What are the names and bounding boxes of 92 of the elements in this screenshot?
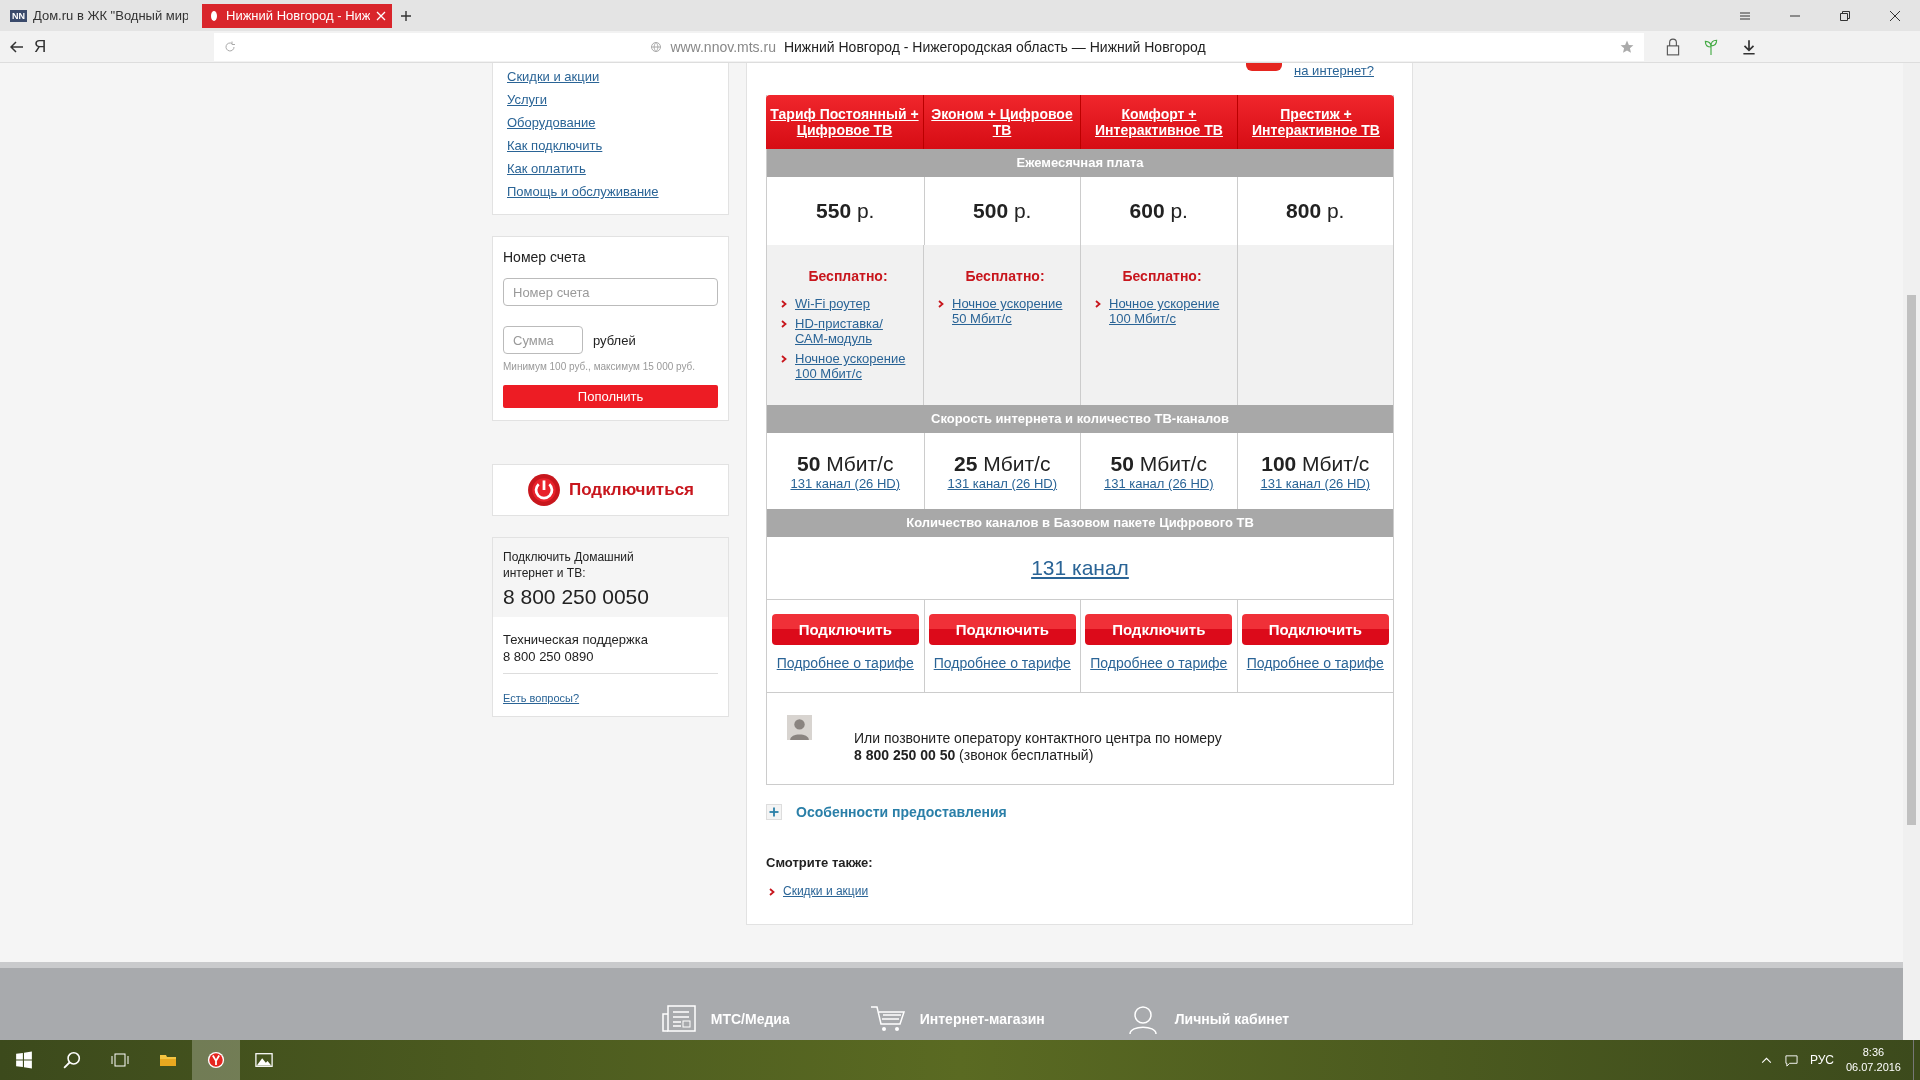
free-option-link[interactable]: Wi-Fi роутер — [795, 296, 915, 311]
chevron-icon — [781, 320, 787, 328]
cut-button[interactable] — [1246, 63, 1283, 71]
chevron-icon — [781, 355, 787, 363]
browser-logo[interactable]: Я — [34, 36, 214, 57]
expand-icon[interactable] — [766, 804, 782, 820]
features-link[interactable]: Особенности предоставления — [796, 804, 1007, 820]
section-header: Скорость интернета и количество ТВ-каналов — [767, 405, 1393, 433]
internet-link[interactable]: на интернет? — [1294, 63, 1374, 78]
speed-value: 25 Мбит/с — [954, 451, 1051, 476]
speed-value: 50 Мбит/с — [1110, 451, 1207, 476]
sidebar-link[interactable]: Как оплатить — [507, 160, 714, 177]
clock-time[interactable]: 8:36 — [1862, 1045, 1885, 1060]
channels-link[interactable]: 131 канал (26 HD) — [1103, 475, 1214, 491]
chevron-icon — [938, 300, 944, 308]
section-header: Ежемесячная плата — [767, 149, 1393, 177]
task-view-icon[interactable] — [111, 1051, 129, 1069]
channels-link[interactable]: 131 канал (26 HD) — [947, 475, 1058, 491]
operator-avatar — [787, 715, 812, 740]
currency-label: рублей — [593, 332, 636, 348]
connect-button[interactable]: Подключить — [1241, 614, 1389, 645]
page-title: Нижний Новгород - Нижегородская область — Нижний Новгород — [783, 38, 1206, 55]
sidebar-link[interactable]: Услуги — [507, 91, 714, 108]
windows-start-icon[interactable] — [15, 1051, 33, 1069]
chevron-icon — [769, 888, 775, 896]
chevron-icon — [781, 300, 787, 308]
channels-link[interactable]: 131 канал (26 HD) — [790, 475, 901, 491]
connect-phone: 8 800 250 0050 — [503, 585, 650, 609]
browser-tab[interactable]: NN Дом.ru в ЖК "Водный мир — [4, 3, 194, 28]
questions-link[interactable]: Есть вопросы? — [503, 692, 580, 704]
tariff-details-link[interactable]: Подробнее о тарифе — [933, 655, 1071, 671]
restore-icon[interactable] — [1839, 9, 1851, 22]
channels-link[interactable]: 131 канал (26 HD) — [1260, 475, 1371, 491]
free-label: Бесплатно: — [807, 268, 889, 284]
connect-button[interactable]: Подключить — [771, 614, 919, 645]
contact-center-phone: 8 800 250 00 50 (звонок бесплатный) — [854, 747, 1095, 764]
connect-button[interactable]: Подключить — [928, 614, 1076, 645]
channels-link[interactable]: 131 канал — [1031, 556, 1129, 580]
download-icon[interactable] — [1740, 37, 1758, 56]
favicon: NN — [10, 9, 27, 22]
globe-icon — [650, 40, 663, 53]
new-tab-icon[interactable] — [400, 9, 412, 22]
sidebar-link[interactable]: Оборудование — [507, 114, 714, 131]
address-field[interactable]: www.nnov.mts.ru Нижний Новгород - Нижегородская область — Нижний Новгород — [214, 32, 1644, 61]
browser-icon[interactable] — [207, 1051, 225, 1069]
amount-field[interactable]: Сумма — [503, 326, 583, 354]
browser-tab[interactable]: Нижний Новгород - Ниж — [202, 3, 392, 28]
speed-value: 50 Мбит/с — [797, 451, 894, 476]
tariff-details-link[interactable]: Подробнее о тарифе — [1246, 655, 1384, 671]
sidebar-link[interactable]: Как подключить — [507, 137, 714, 154]
price-cell-text: 550 р. — [815, 198, 876, 224]
free-option-link[interactable]: HD-приставка/ САМ-модуль — [795, 316, 915, 346]
account-number-field[interactable]: Номер счета — [503, 278, 718, 306]
sprout-icon[interactable] — [1702, 37, 1720, 56]
picture-icon[interactable] — [255, 1051, 273, 1069]
tariff-details-link[interactable]: Подробнее о тарифе — [776, 655, 914, 671]
language-indicator[interactable]: РУС — [1809, 1053, 1834, 1067]
clock-date[interactable]: 06.07.2016 — [1845, 1060, 1901, 1075]
tariff-header-link[interactable]: Тариф Постоянный + Цифровое ТВ — [766, 95, 923, 149]
see-also-title: Смотрите также: — [766, 855, 874, 870]
taskbar-app[interactable] — [192, 1040, 240, 1080]
speed-value: 100 Мбит/с — [1261, 451, 1370, 476]
support-phone: 8 800 250 0890 — [503, 648, 595, 665]
free-label: Бесплатно: — [1121, 268, 1203, 284]
top-up-button[interactable]: Пополнить — [503, 385, 718, 408]
support-label: Техническая поддержка — [503, 631, 649, 648]
free-option-link[interactable]: Ночное ускорение 50 Мбит/с — [952, 296, 1072, 326]
contact-center-text: Или позвоните оператору контактного центра по номеру — [854, 730, 1222, 747]
chevron-icon — [1095, 300, 1101, 308]
sidebar-link[interactable]: Скидки и акции — [507, 68, 714, 85]
section-header: Количество каналов в Базовом пакете Цифрового ТВ — [767, 509, 1393, 537]
free-option-link[interactable]: Ночное ускорение 100 Мбит/с — [1109, 296, 1229, 326]
see-also-link[interactable]: Скидки и акции — [783, 884, 869, 899]
favicon-icon — [208, 9, 220, 22]
back-arrow-icon[interactable] — [10, 40, 24, 53]
url-domain: www.nnov.mts.ru — [670, 38, 776, 55]
power-icon[interactable] — [527, 473, 561, 507]
search-icon[interactable] — [63, 1051, 81, 1069]
scrollbar[interactable] — [1903, 63, 1920, 1040]
sidebar-link[interactable]: Помощь и обслуживание — [507, 183, 714, 200]
notification-icon[interactable] — [1784, 1053, 1798, 1067]
connect-label: Подключить Домашний интернет и ТВ: — [503, 549, 635, 581]
free-option-link[interactable]: Ночное ускорение 100 Мбит/с — [795, 351, 915, 381]
lock-icon[interactable] — [1664, 37, 1682, 56]
account-label: Номер счета — [503, 249, 587, 265]
bookmark-star-icon[interactable] — [1620, 39, 1634, 54]
menu-icon[interactable] — [1739, 9, 1751, 22]
close-icon[interactable] — [1889, 9, 1901, 22]
free-label: Бесплатно: — [964, 268, 1046, 284]
amount-hint: Минимум 100 руб., максимум 15 000 руб. — [503, 361, 697, 372]
connect-button[interactable]: Подключить — [1085, 614, 1233, 645]
tariff-details-link[interactable]: Подробнее о тарифе — [1090, 655, 1228, 671]
